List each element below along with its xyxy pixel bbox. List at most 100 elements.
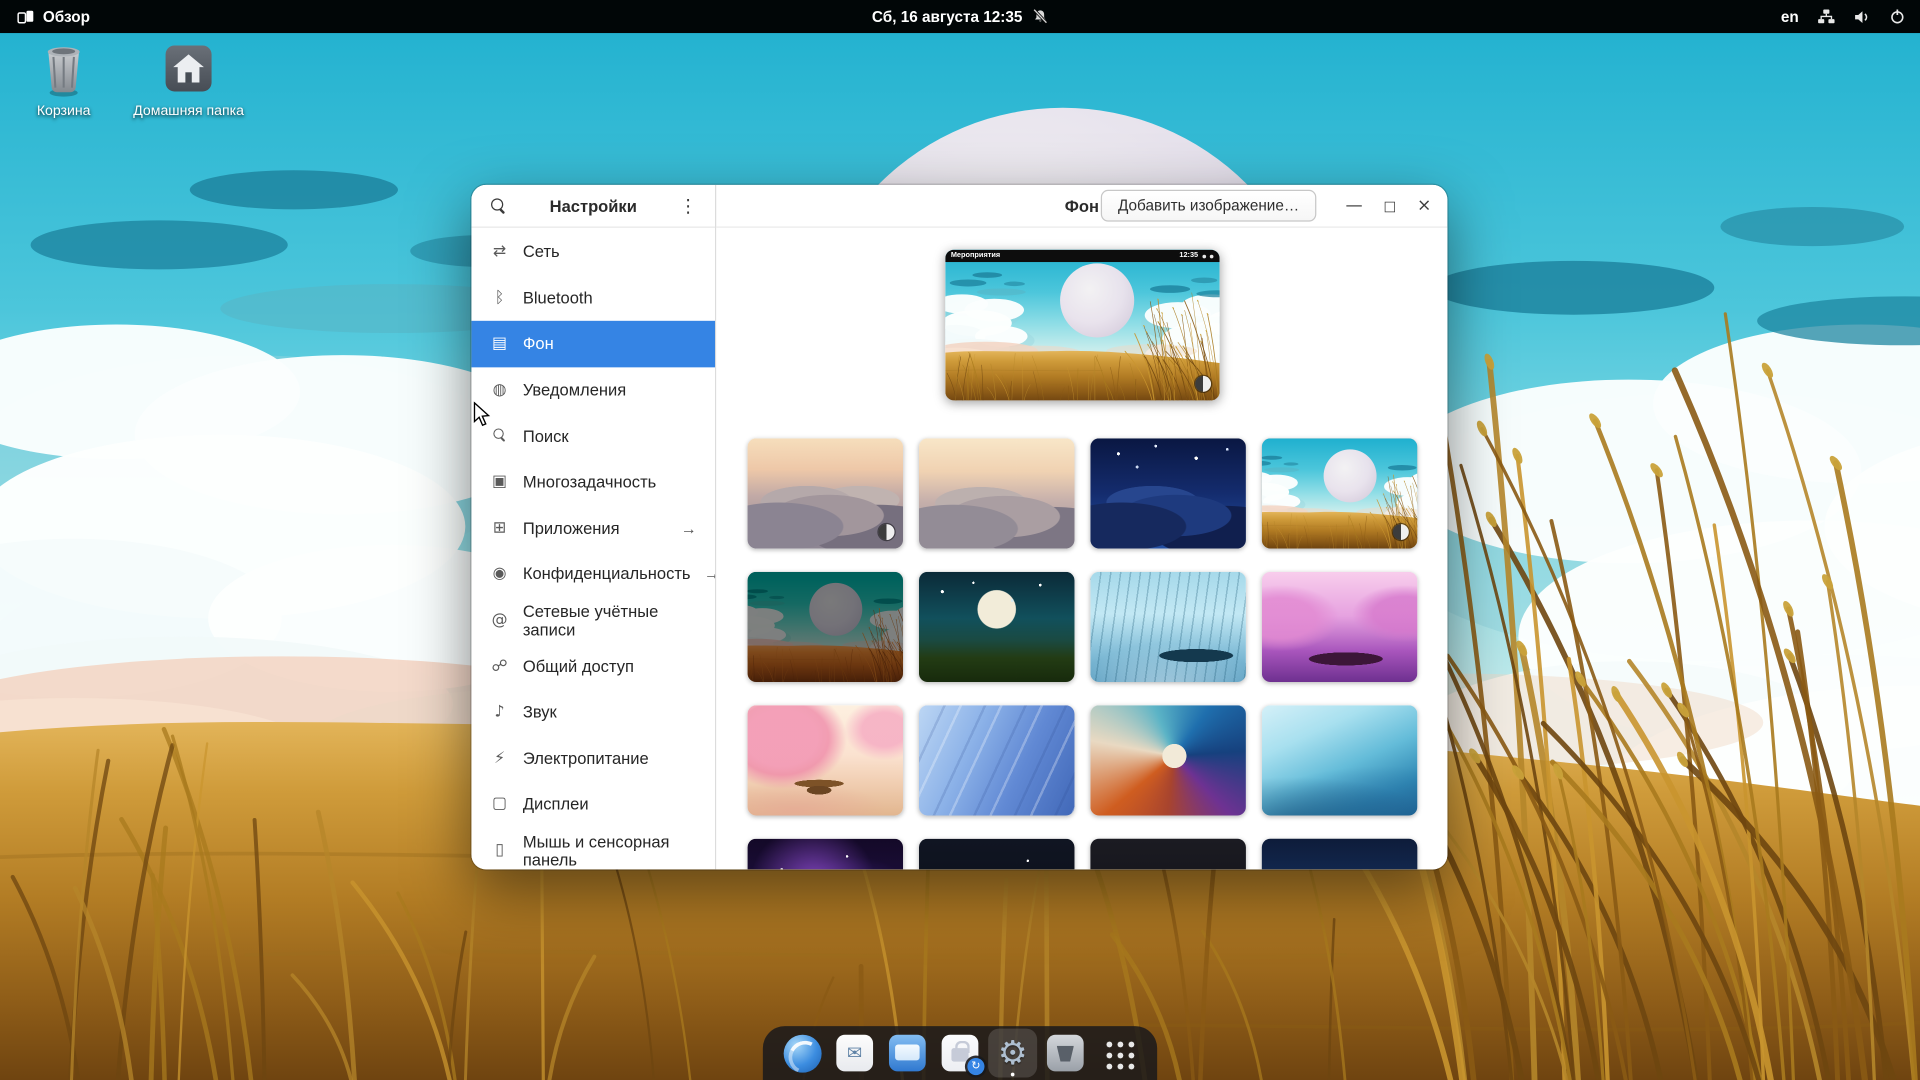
dock-item-mail[interactable]: ✉	[830, 1029, 879, 1078]
privacy-icon: ◉	[490, 566, 510, 582]
overview-icon	[17, 9, 34, 24]
wallpaper-thumbnail-dark-blue[interactable]	[1261, 839, 1417, 870]
window-controls: — □ ×	[1346, 185, 1432, 227]
minimize-button[interactable]: —	[1346, 197, 1363, 214]
wallpaper-thumbnail-blue-silk[interactable]	[918, 705, 1074, 815]
volume-icon[interactable]	[1854, 9, 1871, 24]
notifications-icon: ◍	[490, 382, 510, 398]
sidebar-item-multitasking[interactable]: ▣ Многозадачность	[471, 459, 715, 505]
preview-panel-left: Мероприятия	[951, 252, 1000, 259]
dock-item-browser[interactable]	[778, 1029, 827, 1078]
wallpaper-thumbnail-purple-galaxy[interactable]	[747, 839, 903, 870]
subpage-arrow-icon: →	[704, 565, 715, 583]
system-status-area[interactable]: en	[1781, 0, 1905, 33]
mail-icon: ✉	[836, 1035, 873, 1072]
wallpaper-thumbnail-teal-waves[interactable]	[1261, 705, 1417, 815]
network-icon: ⇄	[490, 244, 510, 260]
sidebar-item-network[interactable]: ⇄ Сеть	[471, 229, 715, 275]
wallpaper-thumbnail-wheat-planet-dark[interactable]	[747, 572, 903, 682]
dock-item-files[interactable]	[883, 1029, 932, 1078]
background-icon: ▤	[490, 336, 510, 352]
keyboard-layout-indicator[interactable]: en	[1781, 8, 1799, 25]
window-title: Настройки	[514, 197, 672, 215]
sidebar-item-label: Приложения	[523, 519, 620, 537]
sidebar-item-search[interactable]: Поиск	[471, 413, 715, 459]
menu-button[interactable]: ⋮	[672, 190, 704, 222]
wallpaper-thumbnail-pink-lake-boat[interactable]	[1261, 572, 1417, 682]
background-panel: Мероприятия 12:35	[716, 228, 1447, 870]
desktop: Обзор Сб, 16 августа 12:35 en	[0, 0, 1920, 1080]
updates-badge: ↻	[967, 1058, 984, 1075]
overview-label: Обзор	[43, 8, 90, 25]
settings-window: Настройки ⋮ ⇄ Сеть ᛒ Bluetooth ▤ Фон ◍ Уведомле…	[471, 185, 1447, 869]
dock: ✉ ↻⚙	[763, 1026, 1157, 1080]
sidebar-item-label: Конфиденциальность	[523, 565, 691, 583]
sidebar-item-label: Фон	[523, 335, 554, 353]
wallpaper-thumbnail-color-swirl[interactable]	[1090, 705, 1246, 815]
maximize-button[interactable]: □	[1384, 199, 1397, 212]
power-icon[interactable]	[1889, 9, 1905, 25]
wallpaper-thumbnail-dark[interactable]	[1090, 839, 1246, 870]
subpage-arrow-icon: →	[681, 519, 697, 537]
settings-sidebar-list: ⇄ Сеть ᛒ Bluetooth ▤ Фон ◍ Уведомления Поиск ▣ Мно…	[471, 228, 715, 870]
wallpaper-grid	[747, 438, 1417, 869]
wallpaper-thumbnail-night-stars[interactable]	[918, 839, 1074, 870]
sidebar-item-applications[interactable]: ⊞Приложения→	[471, 505, 715, 551]
dock-item-utility[interactable]	[1041, 1029, 1090, 1078]
desktop-icon-trash[interactable]: Корзина	[7, 42, 120, 121]
desktop-icon-label: Домашняя папка	[132, 104, 245, 121]
settings-content-pane: Фон Добавить изображение… — □ × Мероприя…	[716, 185, 1447, 869]
clock-menu[interactable]: Сб, 16 августа 12:35	[872, 0, 1048, 33]
dock-item-settings[interactable]: ⚙	[988, 1029, 1037, 1078]
sidebar-item-label: Многозадачность	[523, 473, 656, 491]
bluetooth-icon: ᛒ	[490, 290, 510, 306]
sidebar-item-notifications[interactable]: ◍ Уведомления	[471, 367, 715, 413]
running-indicator	[1011, 1073, 1015, 1077]
wallpaper-thumbnail-pebbles-dawn[interactable]	[747, 438, 903, 548]
sidebar-item-label: Сеть	[523, 243, 560, 261]
multitasking-icon: ▣	[490, 474, 510, 490]
sidebar-item-privacy[interactable]: ◉ Конфиденциальность →	[471, 551, 715, 597]
browser-icon	[783, 1034, 821, 1072]
home-folder-icon	[132, 42, 245, 101]
sidebar-item-bluetooth[interactable]: ᛒ Bluetooth	[471, 275, 715, 321]
sidebar-item-label: Сетевые учётные записи	[523, 602, 697, 639]
sidebar-item-background[interactable]: ▤ Фон	[471, 321, 715, 367]
desktop-icon-home-folder[interactable]: Домашняя папка	[132, 42, 245, 121]
page-title: Фон	[1065, 197, 1099, 215]
sidebar-item-label: Звук	[523, 703, 557, 721]
wallpaper-thumbnail-willow-lake[interactable]	[1090, 572, 1246, 682]
power-icon: ⚡	[490, 750, 510, 766]
sidebar-item-label: Bluetooth	[523, 289, 593, 307]
sidebar-item-label: Уведомления	[523, 381, 626, 399]
sound-icon: ♪	[490, 704, 510, 720]
close-button[interactable]: ×	[1417, 197, 1431, 214]
search-button[interactable]	[482, 190, 514, 222]
wallpaper-thumbnail-moonlit-field[interactable]	[918, 572, 1074, 682]
sidebar-item-label: Электропитание	[523, 749, 649, 767]
sidebar-item-sound[interactable]: ♪ Звук	[471, 689, 715, 735]
day-night-variant-badge	[878, 524, 894, 540]
sidebar-item-mouse[interactable]: ▯Мышь и сенсорная панель	[471, 827, 715, 869]
current-wallpaper-preview: Мероприятия 12:35	[945, 250, 1219, 401]
wallpaper-thumbnail-pebbles-night[interactable]	[1090, 438, 1246, 548]
wallpaper-thumbnail-pebbles-dawn-alt[interactable]	[918, 438, 1074, 548]
trash-icon	[7, 42, 120, 101]
network-status-icon[interactable]	[1817, 9, 1835, 25]
wallpaper-thumbnail-wheat-planet[interactable]	[1261, 438, 1417, 548]
wallpaper-thumbnail-pink-tree-bench[interactable]	[747, 705, 903, 815]
dock-item-software[interactable]: ↻	[936, 1029, 985, 1078]
sidebar-item-online-accounts[interactable]: @ Сетевые учётные записи	[471, 597, 715, 643]
online-accounts-icon: @	[490, 612, 510, 628]
notifications-disabled-icon	[1032, 9, 1048, 25]
preview-top-panel: Мероприятия 12:35	[945, 250, 1219, 262]
preview-clock: 12:35	[1179, 252, 1198, 259]
overview-button[interactable]: Обзор	[12, 0, 95, 33]
dock-item-app-grid[interactable]	[1093, 1029, 1142, 1078]
sidebar-item-sharing[interactable]: ☍Общий доступ	[471, 643, 715, 689]
day-night-variant-badge	[1194, 376, 1210, 392]
sidebar-item-power[interactable]: ⚡ Электропитание	[471, 735, 715, 781]
mouse-icon: ▯	[490, 842, 510, 858]
sidebar-item-displays[interactable]: ▢Дисплеи	[471, 781, 715, 827]
add-picture-button[interactable]: Добавить изображение…	[1101, 190, 1316, 222]
